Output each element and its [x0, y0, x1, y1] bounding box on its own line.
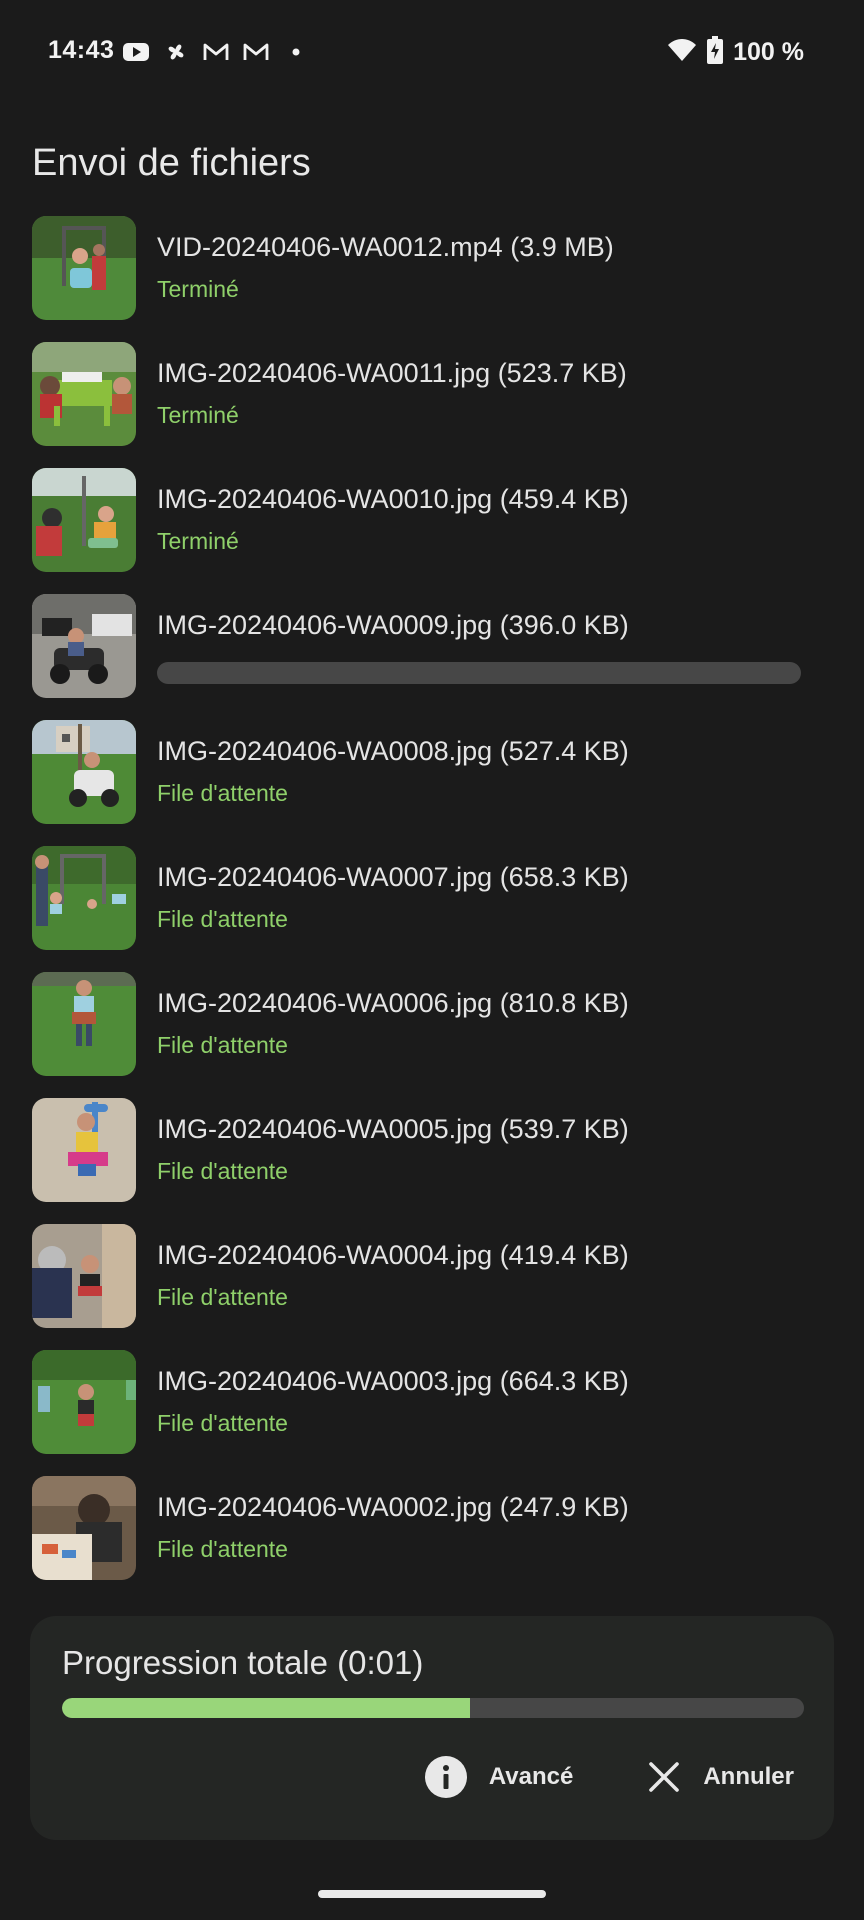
- list-item: IMG-20240406-WA0008.jpg (527.4 KB) File …: [0, 718, 864, 844]
- status-time: 14:43: [48, 36, 115, 64]
- file-thumbnail: [32, 972, 136, 1076]
- home-indicator[interactable]: [318, 1890, 546, 1898]
- battery-percentage: 100 %: [733, 38, 804, 66]
- file-status: File d'attente: [157, 1158, 288, 1184]
- file-name: VID-20240406-WA0012.mp4 (3.9 MB): [157, 232, 614, 262]
- list-item: IMG-20240406-WA0009.jpg (396.0 KB): [0, 592, 864, 718]
- list-item: VID-20240406-WA0012.mp4 (3.9 MB) Terminé: [0, 214, 864, 340]
- file-thumbnail: [32, 594, 136, 698]
- cancel-label: Annuler: [703, 1763, 794, 1790]
- file-status: File d'attente: [157, 1410, 288, 1436]
- wifi-icon: [667, 37, 697, 68]
- page-title: Envoi de fichiers: [32, 142, 311, 184]
- dot-icon: [282, 38, 310, 66]
- gmail-icon: [242, 38, 270, 66]
- file-thumbnail: [32, 1350, 136, 1454]
- file-thumbnail: [32, 720, 136, 824]
- file-name: IMG-20240406-WA0006.jpg (810.8 KB): [157, 988, 629, 1018]
- file-list: VID-20240406-WA0012.mp4 (3.9 MB) Terminé…: [0, 214, 864, 1600]
- file-name: IMG-20240406-WA0011.jpg (523.7 KB): [157, 358, 627, 388]
- file-name: IMG-20240406-WA0010.jpg (459.4 KB): [157, 484, 629, 514]
- list-item: IMG-20240406-WA0006.jpg (810.8 KB) File …: [0, 970, 864, 1096]
- file-thumbnail: [32, 1224, 136, 1328]
- file-status: File d'attente: [157, 1284, 288, 1310]
- file-thumbnail: [32, 846, 136, 950]
- file-thumbnail: [32, 216, 136, 320]
- file-name: IMG-20240406-WA0009.jpg (396.0 KB): [157, 610, 629, 640]
- list-item: IMG-20240406-WA0007.jpg (658.3 KB) File …: [0, 844, 864, 970]
- file-status: File d'attente: [157, 1032, 288, 1058]
- list-item: IMG-20240406-WA0011.jpg (523.7 KB) Termi…: [0, 340, 864, 466]
- card-actions: Avancé Annuler: [424, 1756, 794, 1798]
- file-thumbnail: [32, 342, 136, 446]
- total-progress-card: Progression totale (0:01) Avancé Annuler: [30, 1616, 834, 1840]
- total-progress-fill: [62, 1698, 471, 1718]
- list-item: IMG-20240406-WA0005.jpg (539.7 KB) File …: [0, 1096, 864, 1222]
- file-status: File d'attente: [157, 780, 288, 806]
- file-status: File d'attente: [157, 1536, 288, 1562]
- system-icons: 100 %: [667, 36, 804, 69]
- list-item: IMG-20240406-WA0003.jpg (664.3 KB) File …: [0, 1348, 864, 1474]
- file-name: IMG-20240406-WA0005.jpg (539.7 KB): [157, 1114, 629, 1144]
- cancel-button[interactable]: Annuler: [647, 1760, 794, 1794]
- youtube-icon: [122, 38, 150, 66]
- file-status: Terminé: [157, 528, 239, 554]
- file-name: IMG-20240406-WA0007.jpg (658.3 KB): [157, 862, 629, 892]
- file-status: Terminé: [157, 276, 239, 302]
- pinwheel-icon: [162, 38, 190, 66]
- file-thumbnail: [32, 468, 136, 572]
- advanced-label: Avancé: [488, 1763, 574, 1790]
- file-status: Terminé: [157, 402, 239, 428]
- status-bar: 14:43 100 %: [0, 0, 864, 104]
- file-name: IMG-20240406-WA0003.jpg (664.3 KB): [157, 1366, 629, 1396]
- list-item: IMG-20240406-WA0010.jpg (459.4 KB) Termi…: [0, 466, 864, 592]
- close-icon: [647, 1760, 681, 1794]
- file-thumbnail: [32, 1098, 136, 1202]
- battery-charging-icon: [707, 36, 724, 69]
- file-name: IMG-20240406-WA0004.jpg (419.4 KB): [157, 1240, 629, 1270]
- file-status: File d'attente: [157, 906, 288, 932]
- notification-icons: [122, 38, 310, 66]
- advanced-button[interactable]: Avancé: [424, 1756, 574, 1798]
- screen: 14:43 100 % Envoi de fichiers VID-202404…: [0, 0, 864, 1920]
- list-item: IMG-20240406-WA0002.jpg (247.9 KB) File …: [0, 1474, 864, 1600]
- file-name: IMG-20240406-WA0002.jpg (247.9 KB): [157, 1492, 629, 1522]
- total-progress-bar: [62, 1698, 804, 1718]
- file-progress-bar: [157, 662, 801, 684]
- total-progress-label: Progression totale (0:01): [62, 1644, 424, 1681]
- info-icon: [424, 1756, 467, 1798]
- gmail-icon: [202, 38, 230, 66]
- list-item: IMG-20240406-WA0004.jpg (419.4 KB) File …: [0, 1222, 864, 1348]
- file-thumbnail: [32, 1476, 136, 1580]
- file-name: IMG-20240406-WA0008.jpg (527.4 KB): [157, 736, 629, 766]
